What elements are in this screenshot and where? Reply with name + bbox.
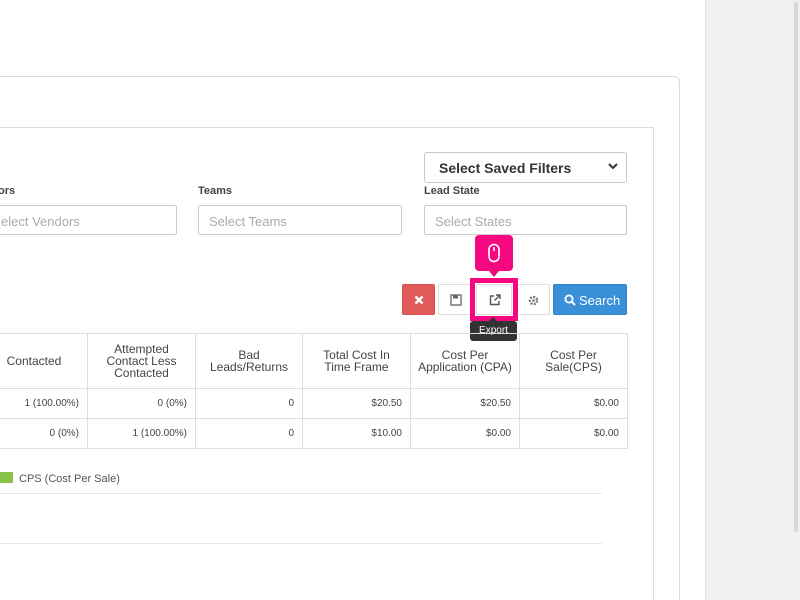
- gear-icon: [528, 295, 539, 306]
- table-cell: 0 (0%): [0, 418, 88, 449]
- right-gutter: [705, 0, 800, 600]
- col-attempted: Attempted Contact Less Contacted: [87, 333, 196, 389]
- table-cell: 0: [195, 418, 303, 449]
- table-cell: $20.50: [302, 388, 411, 419]
- table-cell: 0: [195, 388, 303, 419]
- external-link-icon: [489, 294, 501, 306]
- export-button[interactable]: [476, 284, 512, 315]
- vendors-select[interactable]: elect Vendors: [0, 205, 177, 235]
- table-cell: $0.00: [410, 418, 520, 449]
- search-button[interactable]: Search: [553, 284, 627, 315]
- scrollbar[interactable]: [794, 2, 798, 532]
- vendors-label: ors: [0, 185, 16, 197]
- saved-filters-select[interactable]: Select Saved Filters: [424, 152, 627, 183]
- times-icon: [414, 295, 424, 305]
- chart-legend[interactable]: CPS (Cost Per Sale): [0, 472, 120, 485]
- mouse-icon: [488, 243, 500, 263]
- col-cps: Cost Per Sale(CPS): [519, 333, 628, 389]
- chevron-down-icon: [608, 163, 618, 170]
- table-header-row: Contacted Attempted Contact Less Contact…: [0, 333, 628, 389]
- col-contacted: Contacted: [0, 333, 88, 389]
- lead-state-label: Lead State: [424, 185, 480, 197]
- search-button-label: Search: [579, 293, 621, 308]
- col-bad-leads: Bad Leads/Returns: [195, 333, 303, 389]
- teams-placeholder: Select Teams: [209, 214, 287, 229]
- floppy-icon: [450, 294, 462, 306]
- table-cell: $10.00: [302, 418, 411, 449]
- settings-button[interactable]: [516, 284, 550, 315]
- click-indicator: [475, 235, 513, 277]
- legend-swatch: [0, 472, 13, 483]
- table-cell: $0.00: [519, 418, 628, 449]
- table-cell: 0 (0%): [87, 388, 196, 419]
- legend-label: CPS (Cost Per Sale): [19, 473, 120, 485]
- col-cpa: Cost Per Application (CPA): [410, 333, 520, 389]
- col-total-cost: Total Cost In Time Frame: [302, 333, 411, 389]
- chart-gridline: [0, 493, 602, 494]
- save-filters-button[interactable]: [438, 284, 472, 315]
- teams-label: Teams: [198, 185, 233, 197]
- table-cell: 1 (100.00%): [0, 388, 88, 419]
- clear-filters-button[interactable]: [402, 284, 435, 315]
- lead-state-select[interactable]: Select States: [424, 205, 627, 235]
- table-row: 1 (100.00%) 0 (0%) 0 $20.50 $20.50 $0.00: [0, 388, 628, 419]
- vendors-placeholder: elect Vendors: [1, 214, 80, 229]
- table-row: 0 (0%) 1 (100.00%) 0 $10.00 $0.00 $0.00: [0, 418, 628, 449]
- lead-state-placeholder: Select States: [435, 214, 512, 229]
- stats-table: Contacted Attempted Contact Less Contact…: [0, 333, 628, 449]
- search-icon: [564, 294, 576, 306]
- teams-select[interactable]: Select Teams: [198, 205, 402, 235]
- saved-filters-value: Select Saved Filters: [439, 160, 572, 176]
- table-cell: 1 (100.00%): [87, 418, 196, 449]
- chart-gridline: [0, 543, 602, 544]
- table-cell: $0.00: [519, 388, 628, 419]
- table-cell: $20.50: [410, 388, 520, 419]
